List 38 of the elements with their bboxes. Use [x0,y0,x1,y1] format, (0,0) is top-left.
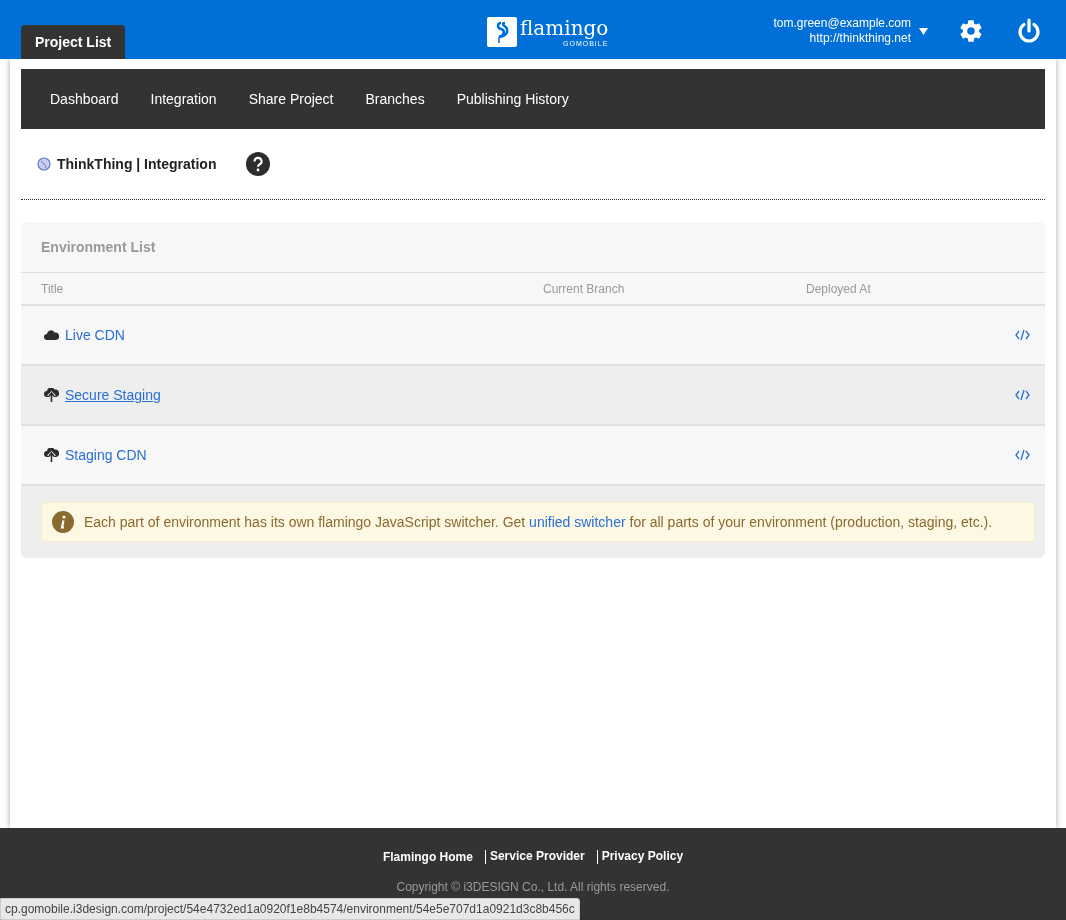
project-list-tab[interactable]: Project List [21,25,126,59]
code-icon[interactable] [1015,449,1030,461]
dropdown-caret-icon[interactable] [919,27,928,35]
globe-icon [37,157,51,171]
column-header: Title [41,281,65,296]
environment-link[interactable]: Staging CDN [65,447,147,463]
settings-icon[interactable] [958,18,984,44]
column-header: Deployed At [806,281,872,296]
nav-link[interactable]: Integration [134,91,233,107]
status-bar-url: cp.gomobile.i3design.com/project/54e4732ed1a0920f1e8b4574/environment/54e5e707d1a0921d3c8b456c [0,898,580,920]
notice-text: Each part of environment has its own flamingo JavaScript switcher. Get unified switcher for all parts of your environment (production, staging, etc.). [84,514,993,530]
panel-title: Environment List [21,222,1045,273]
nav-link[interactable]: Branches [349,91,441,107]
environment-row[interactable]: Live CDN [21,306,1045,366]
column-header: Current Branch [543,281,626,296]
code-icon[interactable] [1015,389,1030,401]
footer-link[interactable]: Privacy Policy [596,850,689,864]
power-icon[interactable] [1016,18,1042,44]
footer-link[interactable]: Service Provider [484,850,590,864]
code-icon[interactable] [1015,329,1030,341]
nav-link[interactable]: Publishing History [440,91,585,107]
environment-link[interactable]: Live CDN [65,327,125,343]
user-email: tom.green@example.com [773,16,911,31]
logo-wordmark: flamingo [520,17,609,39]
cloud-upload-icon [44,388,59,402]
page-title: ThinkThing | Integration [57,156,217,172]
nav-link[interactable]: Share Project [232,91,350,107]
unified-switcher-link[interactable]: unified switcher [529,514,626,530]
nav-link[interactable]: Dashboard [34,91,135,107]
environment-row[interactable]: Staging CDN [21,426,1045,486]
cloud-icon [44,330,59,340]
info-icon [52,511,74,533]
cloud-upload-icon [44,448,59,462]
footer-link[interactable]: Flamingo Home [377,850,478,864]
flamingo-logo-icon [487,17,517,47]
user-site: http://thinkthing.net [809,31,911,46]
copyright-text: Copyright © i3DESIGN Co., Ltd. All rights reserved. [396,880,670,894]
environment-link[interactable]: Secure Staging [65,387,161,403]
